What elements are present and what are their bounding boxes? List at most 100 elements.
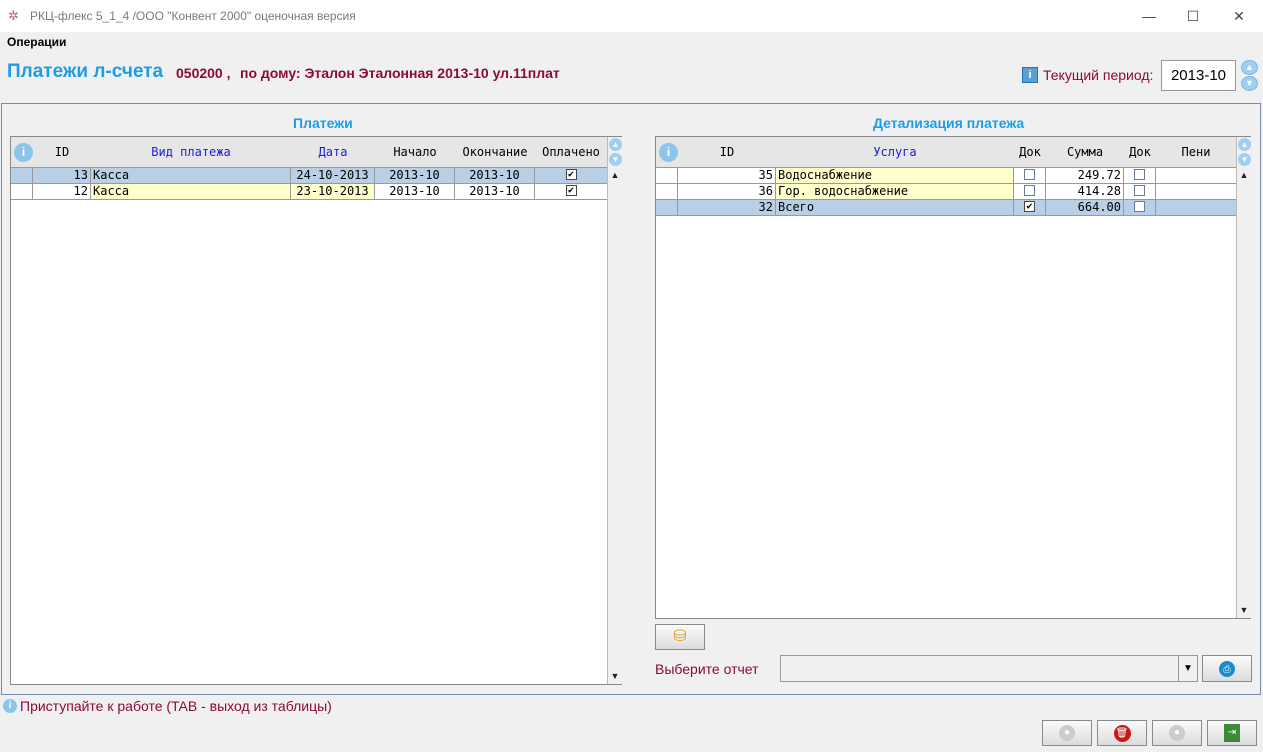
scroll-down-icon[interactable]: ▼ xyxy=(1237,603,1251,618)
row-service: Водоснабжение xyxy=(776,168,1014,183)
col-end[interactable]: Окончание xyxy=(455,137,535,168)
row-service: Гор. водоснабжение xyxy=(776,184,1014,199)
period-info-icon[interactable]: i xyxy=(1022,67,1038,83)
row-up-icon[interactable]: ▲ xyxy=(1238,138,1251,151)
row-sum: 414.28 xyxy=(1046,184,1124,199)
circle-icon: ● xyxy=(1169,725,1185,741)
delete-icon: 🗑 xyxy=(1113,724,1131,742)
info-icon[interactable]: i xyxy=(14,143,33,162)
menu-bar: Операции xyxy=(0,32,1263,52)
period-down-icon[interactable]: ▼ xyxy=(1241,76,1258,91)
report-select[interactable]: ▼ xyxy=(780,655,1198,682)
disabled-action-button[interactable]: ● xyxy=(1042,720,1092,746)
doc-checkbox[interactable]: ✔ xyxy=(1024,201,1035,212)
row-id: 32 xyxy=(678,200,776,215)
row-date: 23-10-2013 xyxy=(291,184,375,199)
row-service: Всего xyxy=(776,200,1014,215)
period-up-icon[interactable]: ▲ xyxy=(1241,60,1258,75)
exit-icon: ⇥ xyxy=(1224,724,1240,742)
details-scrollbar[interactable]: ▲ ▼ ▲ ▼ xyxy=(1236,137,1251,618)
paid-checkbox[interactable]: ✔ xyxy=(565,185,577,196)
payments-table[interactable]: i ID Вид платежа Дата Начало Окончание О… xyxy=(10,136,622,685)
details-table[interactable]: i ID Услуга Док Сумма Док Пени 35 Водосн… xyxy=(655,136,1251,619)
details-title: Детализация платежа xyxy=(873,115,1025,131)
paid-checkbox[interactable]: ✔ xyxy=(565,169,577,180)
row-end: 2013-10 xyxy=(455,184,535,199)
table-row[interactable]: 32 Всего ✔ 664.00 xyxy=(656,200,1236,216)
info-icon: i xyxy=(3,699,17,713)
payments-title: Платежи xyxy=(293,115,353,131)
row-id: 35 xyxy=(678,168,776,183)
exit-button[interactable]: ⇥ xyxy=(1207,720,1257,746)
house-label: по дому: Эталон Эталонная 2013-10 ул.11п… xyxy=(240,65,560,81)
row-penalty xyxy=(1156,168,1236,183)
details-header: i ID Услуга Док Сумма Док Пени xyxy=(656,137,1236,168)
col-paid[interactable]: Оплачено xyxy=(535,137,607,168)
row-end: 2013-10 xyxy=(455,168,535,183)
row-sum: 249.72 xyxy=(1046,168,1124,183)
col-start[interactable]: Начало xyxy=(375,137,455,168)
doc2-checkbox[interactable] xyxy=(1134,201,1145,212)
col-doc[interactable]: Док xyxy=(1014,137,1046,168)
doc-checkbox[interactable] xyxy=(1024,185,1035,196)
table-row[interactable]: 36 Гор. водоснабжение 414.28 xyxy=(656,184,1236,200)
row-penalty xyxy=(1156,200,1236,215)
app-icon: ✲ xyxy=(8,8,19,23)
col-id[interactable]: ID xyxy=(33,137,91,168)
row-paid[interactable]: ✔ xyxy=(535,184,607,199)
row-type: Касса xyxy=(91,184,291,199)
col-date[interactable]: Дата xyxy=(291,137,375,168)
disabled-action-button[interactable]: ● xyxy=(1152,720,1202,746)
page-title: Платежи л-счета xyxy=(7,61,164,82)
maximize-button[interactable]: ☐ xyxy=(1170,0,1216,32)
report-label: Выберите отчет xyxy=(655,661,759,677)
scroll-up-icon[interactable]: ▲ xyxy=(1237,168,1251,183)
status-message: Приступайте к работе (TAB - выход из таб… xyxy=(20,698,332,714)
minimize-button[interactable]: — xyxy=(1126,0,1172,32)
period-label: Текущий период: xyxy=(1043,67,1154,83)
period-field[interactable]: 2013-10 xyxy=(1161,60,1236,91)
payments-header: i ID Вид платежа Дата Начало Окончание О… xyxy=(11,137,607,168)
row-paid[interactable]: ✔ xyxy=(535,168,607,183)
chevron-down-icon[interactable]: ▼ xyxy=(1178,656,1197,681)
row-sum: 664.00 xyxy=(1046,200,1124,215)
col-sum[interactable]: Сумма xyxy=(1046,137,1124,168)
col-doc2[interactable]: Док xyxy=(1124,137,1156,168)
row-id: 13 xyxy=(33,168,91,183)
col-id[interactable]: ID xyxy=(678,137,776,168)
table-row[interactable]: 13 Касса 24-10-2013 2013-10 2013-10 ✔ xyxy=(11,168,607,184)
row-type: Касса xyxy=(91,168,291,183)
col-service[interactable]: Услуга xyxy=(776,137,1014,168)
doc2-checkbox[interactable] xyxy=(1134,185,1145,196)
account-number: 050200 , xyxy=(176,65,231,81)
row-id: 12 xyxy=(33,184,91,199)
circle-icon: ● xyxy=(1059,725,1075,741)
menu-operations[interactable]: Операции xyxy=(7,35,66,49)
col-payment-type[interactable]: Вид платежа xyxy=(91,137,291,168)
row-start: 2013-10 xyxy=(375,168,455,183)
close-button[interactable]: ✕ xyxy=(1216,0,1262,32)
row-down-icon[interactable]: ▼ xyxy=(609,153,622,166)
row-up-icon[interactable]: ▲ xyxy=(609,138,622,151)
table-row[interactable]: 35 Водоснабжение 249.72 xyxy=(656,168,1236,184)
print-icon: ⎙ xyxy=(1219,660,1235,677)
title-bar: ✲ РКЦ-флекс 5_1_4 /ООО "Конвент 2000" оц… xyxy=(0,0,1263,32)
row-penalty xyxy=(1156,184,1236,199)
row-start: 2013-10 xyxy=(375,184,455,199)
table-row[interactable]: 12 Касса 23-10-2013 2013-10 2013-10 ✔ xyxy=(11,184,607,200)
coins-button[interactable]: ⛁ xyxy=(655,624,705,650)
scroll-down-icon[interactable]: ▼ xyxy=(608,669,622,684)
doc2-checkbox[interactable] xyxy=(1134,169,1145,180)
window-title: РКЦ-флекс 5_1_4 /ООО "Конвент 2000" оцен… xyxy=(30,9,356,23)
row-date: 24-10-2013 xyxy=(291,168,375,183)
col-penalty[interactable]: Пени xyxy=(1156,137,1236,168)
print-button[interactable]: ⎙ xyxy=(1202,655,1252,682)
doc-checkbox[interactable] xyxy=(1024,169,1035,180)
row-id: 36 xyxy=(678,184,776,199)
scroll-up-icon[interactable]: ▲ xyxy=(608,168,622,183)
row-down-icon[interactable]: ▼ xyxy=(1238,153,1251,166)
coins-icon: ⛁ xyxy=(673,628,687,645)
info-icon[interactable]: i xyxy=(659,143,678,162)
delete-button[interactable]: 🗑 xyxy=(1097,720,1147,746)
payments-scrollbar[interactable]: ▲ ▼ ▲ ▼ xyxy=(607,137,622,684)
